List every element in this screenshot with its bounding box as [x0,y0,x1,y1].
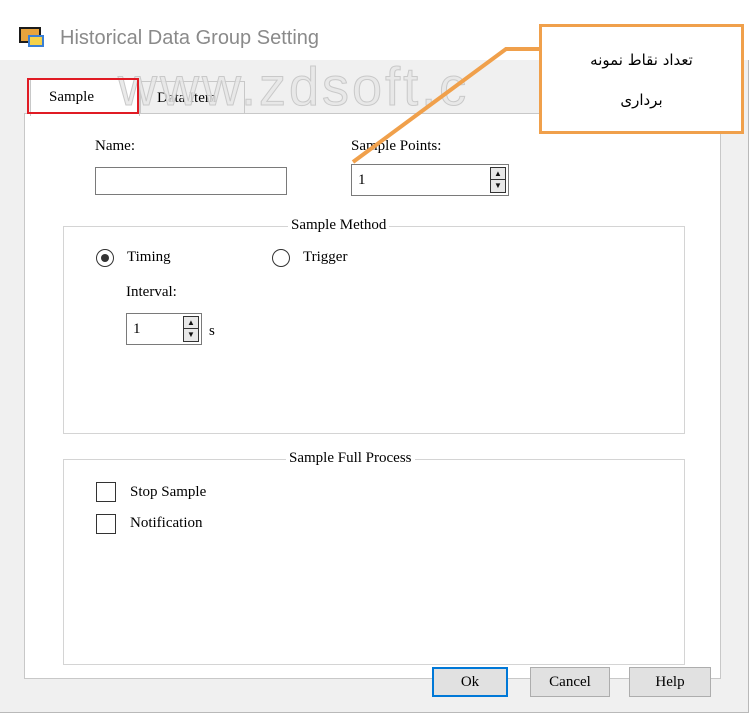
annotation-line-2: برداری [620,91,663,109]
annotation-line-1: تعداد نقاط نمونه [590,51,693,69]
annotation-callout: تعداد نقاط نمونه برداری [539,24,744,134]
dialog-window: Historical Data Group Setting Sample Dat… [0,0,749,713]
